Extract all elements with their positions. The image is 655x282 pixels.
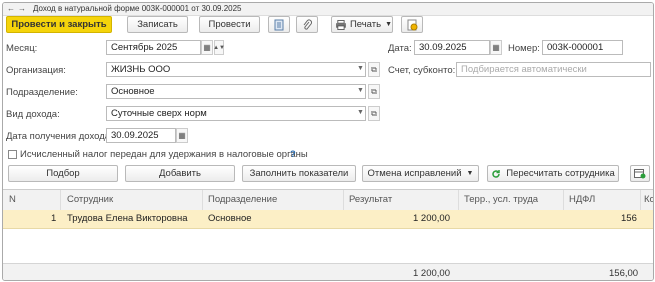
chevron-down-icon: ▼: [385, 21, 392, 28]
save-button[interactable]: Записать: [127, 16, 188, 33]
receipt-date-field[interactable]: 30.09.2025: [106, 128, 176, 143]
report-icon[interactable]: [268, 16, 290, 33]
number-field[interactable]: 003К-000001: [542, 40, 623, 55]
month-stepper[interactable]: ▲▼: [213, 40, 225, 55]
calendar-icon[interactable]: ▦: [490, 40, 502, 55]
row-number: 1: [51, 213, 57, 224]
recalculate-employee-button[interactable]: Пересчитать сотрудника: [487, 165, 619, 182]
post-button[interactable]: Провести: [199, 16, 260, 33]
table-footer: 1 200,00 156,00: [3, 263, 653, 280]
document-settings-icon[interactable]: [401, 16, 423, 33]
department-field[interactable]: Основное: [106, 84, 366, 99]
column-territory[interactable]: Терр., усл. труда: [464, 194, 538, 205]
calendar-icon[interactable]: ▦: [201, 40, 213, 55]
chevron-down-icon[interactable]: ▼: [357, 87, 364, 94]
column-n[interactable]: N: [9, 194, 16, 205]
document-window: ← → Доход в натуральной форме 003К-00000…: [2, 2, 654, 281]
table-header: N Сотрудник Подразделение Результат Терр…: [3, 190, 653, 211]
month-field[interactable]: Сентябрь 2025: [106, 40, 201, 55]
column-ndfl[interactable]: НДФЛ: [569, 194, 595, 205]
chevron-down-icon: ▼: [466, 170, 474, 177]
column-more[interactable]: Ко: [644, 194, 653, 205]
account-label: Счет, субконто:: [388, 65, 456, 76]
refresh-icon: [492, 169, 501, 178]
account-field[interactable]: Подбирается автоматически: [456, 62, 651, 77]
column-department[interactable]: Подразделение: [208, 194, 277, 205]
row-department[interactable]: Основное: [208, 213, 252, 224]
chevron-down-icon[interactable]: ▼: [357, 109, 364, 116]
select-button[interactable]: Подбор: [8, 165, 118, 182]
tax-transferred-label: Исчисленный налог передан для удержания …: [20, 149, 308, 160]
print-label: Печать: [349, 19, 382, 30]
department-label: Подразделение:: [6, 87, 78, 98]
open-icon[interactable]: ⧉: [368, 84, 380, 99]
cancel-corrections-button[interactable]: Отмена исправлений ▼: [362, 165, 479, 182]
total-ndfl: 156,00: [609, 268, 639, 279]
tax-transferred-checkbox[interactable]: [8, 150, 17, 159]
print-button[interactable]: Печать ▼: [331, 16, 393, 33]
total-result: 1 200,00: [413, 268, 450, 279]
help-icon[interactable]: ?: [290, 149, 296, 160]
forward-arrow-icon[interactable]: →: [18, 4, 26, 13]
table-row[interactable]: 1 Трудова Елена Викторовна Основное 1 20…: [3, 210, 653, 229]
income-type-label: Вид дохода:: [6, 109, 60, 120]
month-label: Месяц:: [6, 43, 38, 54]
organization-label: Организация:: [6, 65, 66, 76]
row-result[interactable]: 1 200,00: [413, 213, 450, 224]
column-employee[interactable]: Сотрудник: [67, 194, 113, 205]
window-title: Доход в натуральной форме 003К-000001 от…: [33, 4, 242, 13]
attachment-icon[interactable]: [296, 16, 318, 33]
row-employee[interactable]: Трудова Елена Викторовна: [67, 213, 187, 224]
organization-field[interactable]: ЖИЗНЬ ООО: [106, 62, 366, 77]
open-icon[interactable]: ⧉: [368, 62, 380, 77]
chevron-down-icon[interactable]: ▼: [357, 65, 364, 72]
column-result[interactable]: Результат: [349, 194, 392, 205]
post-and-close-button[interactable]: Провести и закрыть: [6, 16, 112, 33]
date-field[interactable]: 30.09.2025: [414, 40, 490, 55]
date-label: Дата:: [388, 43, 412, 54]
recalculate-label: Пересчитать сотрудника: [506, 168, 615, 179]
row-ndfl[interactable]: 156: [621, 213, 637, 224]
open-icon[interactable]: ⧉: [368, 106, 380, 121]
number-label: Номер:: [508, 43, 540, 54]
table-settings-icon[interactable]: [630, 165, 650, 182]
calendar-icon[interactable]: ▦: [176, 128, 188, 143]
receipt-date-label: Дата получения дохода:: [6, 131, 113, 142]
employees-table: N Сотрудник Подразделение Результат Терр…: [3, 189, 653, 280]
fill-indicators-button[interactable]: Заполнить показатели: [242, 165, 356, 182]
printer-icon: [336, 19, 346, 30]
cancel-corrections-label: Отмена исправлений: [367, 168, 462, 179]
add-button[interactable]: Добавить: [125, 165, 235, 182]
title-bar: ← → Доход в натуральной форме 003К-00000…: [3, 3, 653, 16]
income-type-field[interactable]: Суточные сверх норм: [106, 106, 366, 121]
back-arrow-icon[interactable]: ←: [7, 4, 15, 13]
